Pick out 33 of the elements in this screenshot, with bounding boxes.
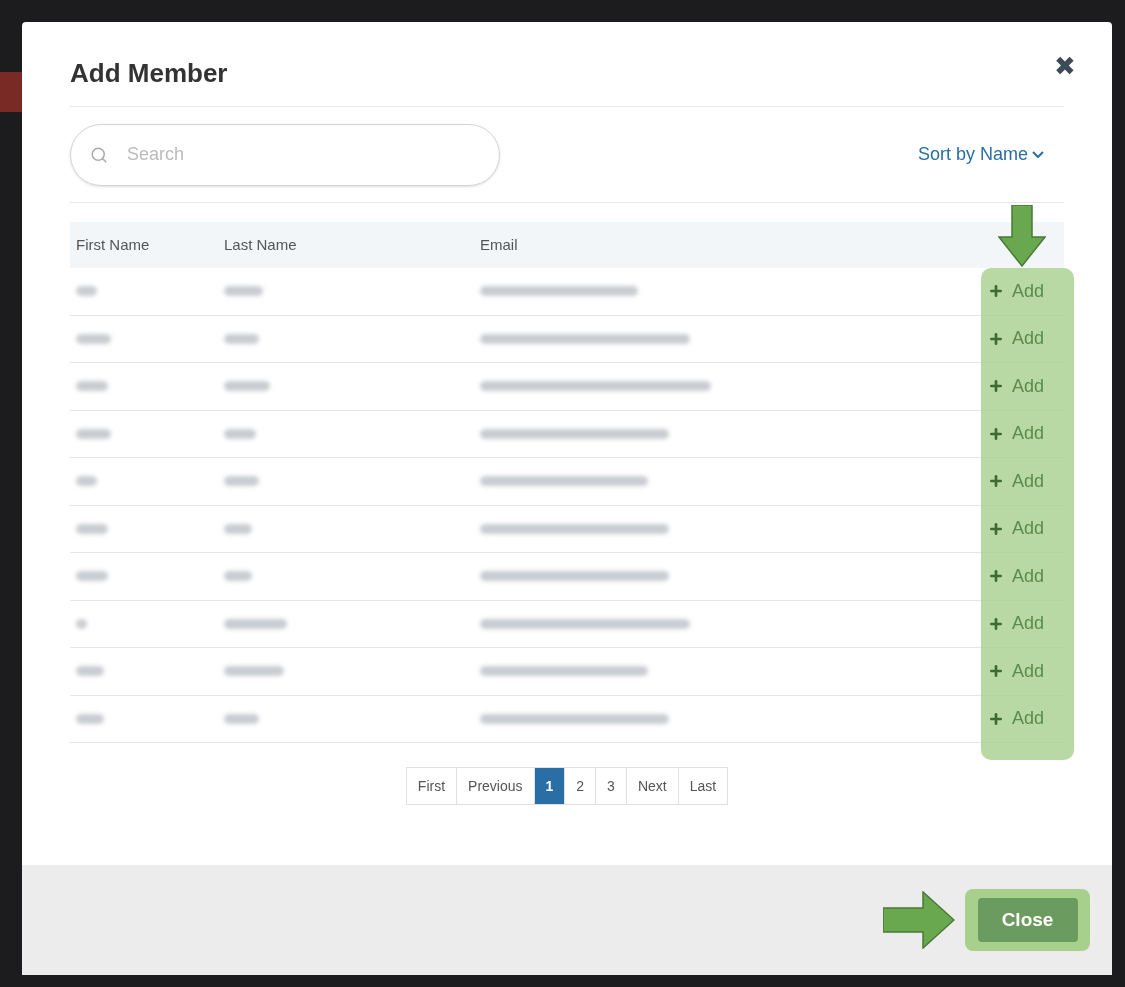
blurred-text [224, 523, 252, 534]
blurred-text [76, 286, 97, 297]
column-header: First Name [76, 234, 151, 255]
blurred-text [76, 666, 104, 677]
arrow-annotation [883, 891, 955, 949]
dialog-title: Add Member [70, 56, 228, 90]
blurred-text [76, 618, 87, 629]
search-field[interactable]: Search [70, 123, 500, 186]
blurred-text [224, 618, 287, 629]
chevron-icon [1032, 151, 1044, 158]
sort-dropdown[interactable]: Sort by Name [917, 141, 1044, 168]
blurred-text [224, 713, 259, 724]
search-icon [90, 145, 108, 164]
blurred-text [224, 333, 259, 344]
blurred-text [76, 428, 111, 439]
blurred-text [76, 333, 111, 344]
page-button[interactable]: 1 [534, 768, 566, 804]
column-header: Email [480, 234, 519, 255]
blurred-text [224, 476, 259, 487]
blurred-text [224, 381, 270, 392]
background-banner [0, 72, 22, 112]
blurred-text [76, 571, 108, 582]
blurred-text [224, 286, 263, 297]
blurred-text [76, 476, 97, 487]
blurred-text [76, 523, 108, 534]
blurred-text [76, 713, 104, 724]
blurred-text [224, 571, 252, 582]
blurred-text [76, 381, 108, 392]
arrow-annotation [998, 205, 1046, 267]
column-header: Last Name [224, 234, 298, 255]
close-button[interactable]: Close [977, 898, 1078, 942]
blurred-text [224, 428, 256, 439]
blurred-text [224, 666, 284, 677]
